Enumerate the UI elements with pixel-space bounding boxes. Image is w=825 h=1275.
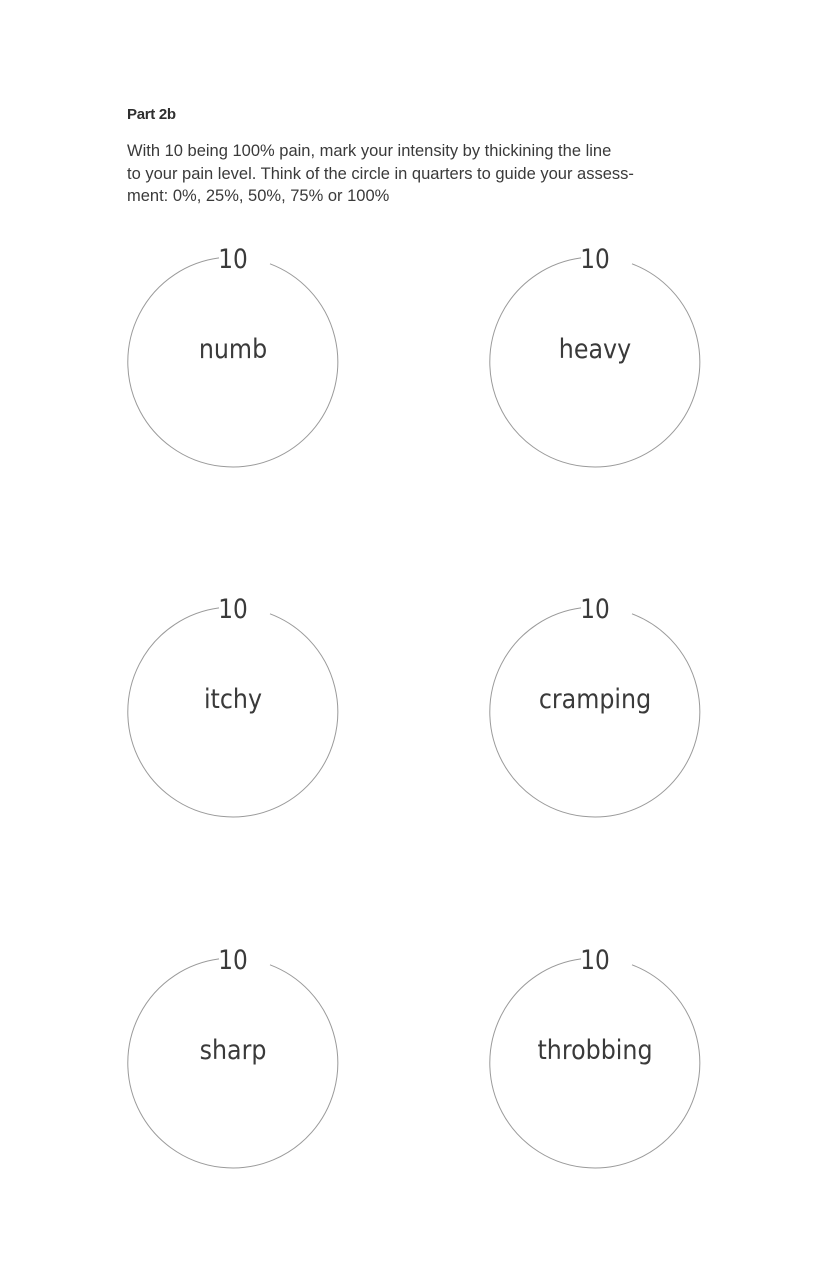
pain-dial-descriptor: sharp: [199, 1035, 267, 1066]
pain-dial-descriptor: heavy: [558, 334, 632, 365]
instructions-text: With 10 being 100% pain, mark your inten…: [127, 140, 707, 208]
instructions-line-2: to your pain level. Think of the circle …: [127, 164, 634, 183]
pain-dial-numb[interactable]: 10 numb: [127, 240, 339, 472]
pain-dial-max-label: 10: [580, 244, 610, 275]
pain-dial-max-label: 10: [218, 945, 248, 976]
pain-dial-heavy[interactable]: 10 heavy: [489, 240, 701, 472]
pain-dial-descriptor: numb: [198, 334, 268, 365]
pain-dial-sharp[interactable]: 10 sharp: [127, 941, 339, 1173]
section-heading: Part 2b: [127, 106, 176, 123]
pain-dial-itchy[interactable]: 10 itchy: [127, 590, 339, 822]
pain-dial-max-label: 10: [580, 945, 610, 976]
pain-dial-descriptor: throbbing: [537, 1035, 653, 1066]
pain-dial-throbbing[interactable]: 10 throbbing: [489, 941, 701, 1173]
pain-dial-max-label: 10: [218, 244, 248, 275]
pain-dial-max-label: 10: [580, 594, 610, 625]
pain-dial-cramping[interactable]: 10 cramping: [489, 590, 701, 822]
instructions-line-1: With 10 being 100% pain, mark your inten…: [127, 142, 612, 160]
pain-dial-descriptor: cramping: [538, 684, 652, 715]
pain-dial-descriptor: itchy: [203, 684, 263, 715]
pain-dial-max-label: 10: [218, 594, 248, 625]
instructions-line-3: ment: 0%, 25%, 50%, 75% or 100%: [127, 187, 390, 205]
